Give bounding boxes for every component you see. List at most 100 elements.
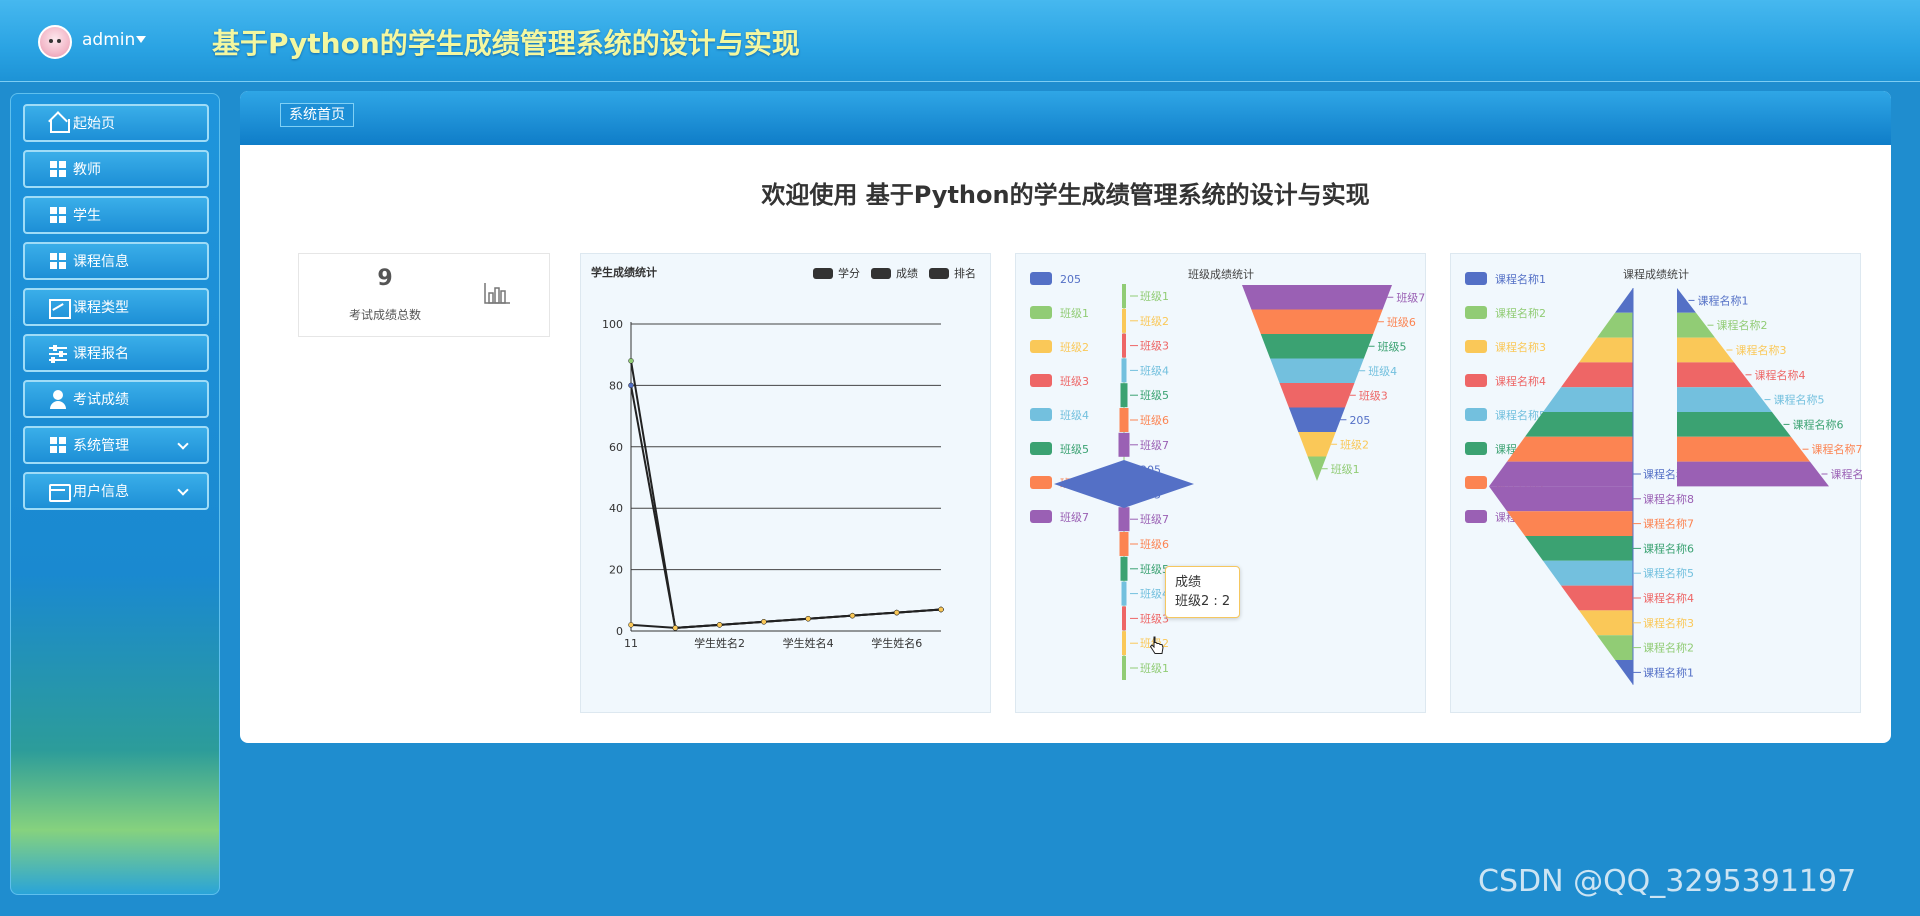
panel-header: 系统首页 [240,91,1891,145]
data-point [805,615,811,622]
funnel-segment [1122,308,1126,333]
segment-label: 班级1 [1331,463,1360,476]
legend-swatch [1030,408,1052,421]
user-name[interactable]: admin [82,30,135,50]
funnel-segment [1251,309,1383,334]
segment-label: 班级2 [1340,438,1369,451]
chart-icon [47,296,71,319]
funnel-segment [1279,383,1355,408]
legend-swatch [813,268,833,279]
legend-swatch [1465,476,1487,489]
chart-title: 学生成绩统计 [591,265,657,279]
sidebar-item-label: 起始页 [73,116,115,132]
legend-swatch [1030,476,1052,489]
chart-title: 课程成绩统计 [1623,268,1689,281]
funnel-segment [1677,436,1810,462]
sidebar-item-label: 考试成绩 [73,392,129,408]
data-point [628,622,634,628]
tooltip-series: 成绩 [1175,575,1202,590]
main-panel: 系统首页 欢迎使用 基于Python的学生成绩管理系统的设计与实现 9 考试成绩… [240,91,1891,743]
page-title: 欢迎使用 基于Python的学生成绩管理系统的设计与实现 [761,181,1370,209]
segment-label: 课程名称8 [1643,492,1694,506]
stat-label: 考试成绩总数 [348,308,421,322]
watermark: CSDN @QQ_3295391197 [1478,864,1857,899]
y-tick-label: 0 [616,625,623,638]
funnel-segment [1579,337,1633,363]
y-tick-label: 60 [609,441,623,454]
sidebar-item-exam-scores[interactable]: 考试成绩 [23,380,209,418]
legend-label: 课程名称1 [1495,272,1546,286]
sidebar-item-user-info[interactable]: 用户信息 [23,472,209,510]
segment-label: 班级1 [1140,662,1169,675]
segment-label: 班级7 [1396,291,1425,304]
segment-label: 班级3 [1140,340,1169,353]
funnel-segment [1122,333,1126,358]
legend-swatch [1465,306,1487,319]
funnel-segment [1525,412,1633,437]
funnel-segment [1122,631,1126,656]
sidebar-item-course-info[interactable]: 课程信息 [23,242,209,280]
funnel-segment [1525,536,1633,561]
funnel-segment [1122,606,1126,631]
top-bar: admin 基于Python的学生成绩管理系统的设计与实现 [0,0,1920,82]
legend-swatch [1465,442,1487,455]
x-tick-label: 11 [624,637,638,650]
legend-swatch [1465,510,1487,523]
grid-icon [47,158,69,180]
sidebar-item-teachers[interactable]: 教师 [23,150,209,188]
x-tick-label: 学生姓名2 [694,636,745,650]
sliders-icon [47,342,69,364]
data-point [716,622,723,628]
sidebar-item-label: 教师 [73,162,101,178]
funnel-segment [1677,337,1734,363]
funnel-segment [1489,486,1633,512]
funnel-segment [1122,284,1126,308]
stat-card: 9 考试成绩总数 [298,253,550,337]
sidebar-item-course-type[interactable]: 课程类型 [23,288,209,326]
x-tick-label: 学生姓名4 [783,636,834,650]
y-tick-label: 20 [609,564,623,577]
legend-swatch [1030,510,1052,523]
chart-svg: 学生成绩统计 学分 成绩 排名 0 20 40 60 80 100 11 学生姓名2 学生姓名4 学生姓名… [591,265,976,650]
funnel-segment [1298,432,1336,457]
segment-label: 课程名称5 [1774,393,1825,407]
data-point [938,606,944,613]
data-point [849,612,856,619]
segment-label: 班级6 [1387,316,1416,329]
sidebar-item-course-signup[interactable]: 课程报名 [23,334,209,372]
segment-label: 课程名称2 [1643,641,1694,655]
sidebar-item-label: 用户信息 [73,484,129,500]
segment-label: 班级3 [1359,389,1388,402]
data-point [672,625,679,631]
legend-label: 课程名称4 [1495,374,1546,388]
segment-label: 班级1 [1140,290,1169,303]
legend-swatch [929,268,949,279]
legend-swatch [871,268,891,279]
funnel-segment [1597,312,1633,338]
segment-label: 班级4 [1368,365,1397,378]
chevron-down-icon[interactable] [136,36,146,43]
legend-swatch [1465,272,1487,285]
class-funnel-chart: 班级成绩统计 205 班级1 班级2 班级3 班级4 班级5 班级6 班级7 班级7 班级6 班级5 班… [1015,253,1426,713]
chevron-down-icon[interactable] [177,438,189,450]
funnel-segment [1677,412,1791,437]
segment-label: 课程名称2 [1717,318,1768,332]
funnel-segment [1507,436,1633,462]
segment-label: 205 [1349,414,1370,427]
legend-label: 班级2 [1060,341,1089,354]
funnel-segment [1561,585,1633,611]
hand-cursor-icon [1150,636,1164,654]
avatar[interactable] [38,25,72,59]
sidebar-item-students[interactable]: 学生 [23,196,209,234]
stat-value: 9 [377,266,393,291]
sidebar-item-home[interactable]: 起始页 [23,104,209,142]
breadcrumb[interactable]: 系统首页 [280,103,354,127]
funnel-segment [1118,507,1130,532]
sidebar-item-system[interactable]: 系统管理 [23,426,209,464]
funnel-segment [1118,432,1130,457]
legend-label: 班级1 [1060,307,1089,320]
chevron-down-icon[interactable] [177,484,189,496]
sidebar-item-label: 学生 [73,208,101,224]
legend-label: 学分 [838,266,860,280]
legend-label: 课程名称3 [1495,340,1546,354]
